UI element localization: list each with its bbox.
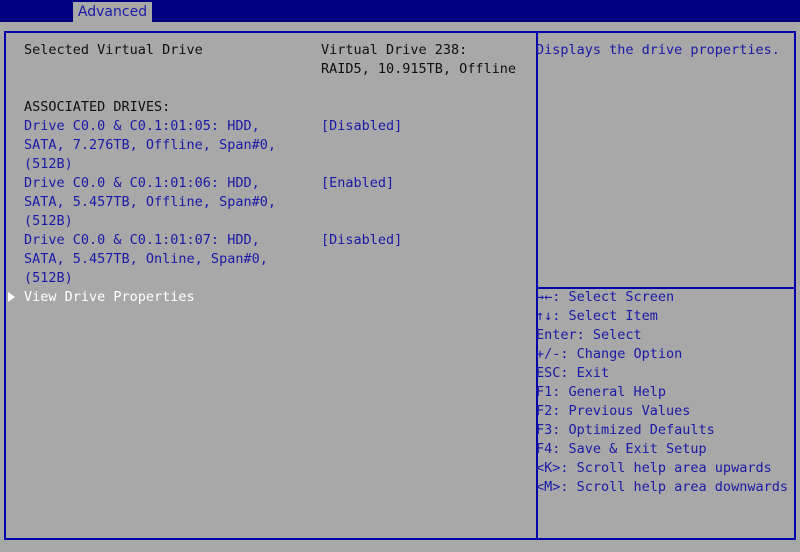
associated-drives-header: ASSOCIATED DRIVES: bbox=[24, 99, 171, 115]
key-hint: ESC: Exit bbox=[536, 365, 610, 381]
selected-virtual-drive-value-line1: Virtual Drive 238: bbox=[321, 42, 468, 58]
drive-line: (512B) bbox=[24, 156, 73, 172]
drive-state-option[interactable]: [Enabled] bbox=[321, 174, 394, 193]
drive-line: SATA, 5.457TB, Offline, Span#0, bbox=[24, 194, 276, 210]
submenu-arrow-icon bbox=[8, 292, 15, 302]
drive-state-option[interactable]: [Disabled] bbox=[321, 231, 402, 250]
drive-state-option[interactable]: [Disabled] bbox=[321, 117, 402, 136]
key-hint: +/-: Change Option bbox=[536, 346, 683, 362]
help-text: Displays the drive properties. bbox=[536, 42, 780, 58]
key-hint: <K>: Scroll help area upwards bbox=[536, 460, 772, 476]
selected-virtual-drive-value-line2: RAID5, 10.915TB, Offline bbox=[321, 61, 517, 77]
key-hint: F1: General Help bbox=[536, 384, 667, 400]
drive-line: Drive C0.0 & C0.1:01:07: HDD, bbox=[24, 232, 260, 248]
key-hint: Enter: Select bbox=[536, 327, 642, 343]
drive-line: Drive C0.0 & C0.1:01:05: HDD, bbox=[24, 118, 260, 134]
drive-line: (512B) bbox=[24, 213, 73, 229]
drive-line: (512B) bbox=[24, 270, 73, 286]
key-hint: F3: Optimized Defaults bbox=[536, 422, 715, 438]
setup-panel: Selected Virtual Drive Virtual Drive 238… bbox=[0, 22, 800, 552]
drive-line: Drive C0.0 & C0.1:01:06: HDD, bbox=[24, 175, 260, 191]
top-menu-bar: Advanced bbox=[0, 0, 800, 22]
key-hint: F2: Previous Values bbox=[536, 403, 691, 419]
key-hint: →←: Select Screen bbox=[536, 289, 675, 305]
view-drive-properties-link[interactable]: View Drive Properties bbox=[24, 288, 195, 307]
drive-line: SATA, 7.276TB, Offline, Span#0, bbox=[24, 137, 276, 153]
drive-line: SATA, 5.457TB, Online, Span#0, bbox=[24, 251, 268, 267]
key-hint: <M>: Scroll help area downwards bbox=[536, 479, 788, 495]
tab-advanced[interactable]: Advanced bbox=[73, 2, 152, 22]
key-hint: ↑↓: Select Item bbox=[536, 308, 658, 324]
selected-virtual-drive-label: Selected Virtual Drive bbox=[24, 42, 203, 58]
key-hint: F4: Save & Exit Setup bbox=[536, 441, 707, 457]
